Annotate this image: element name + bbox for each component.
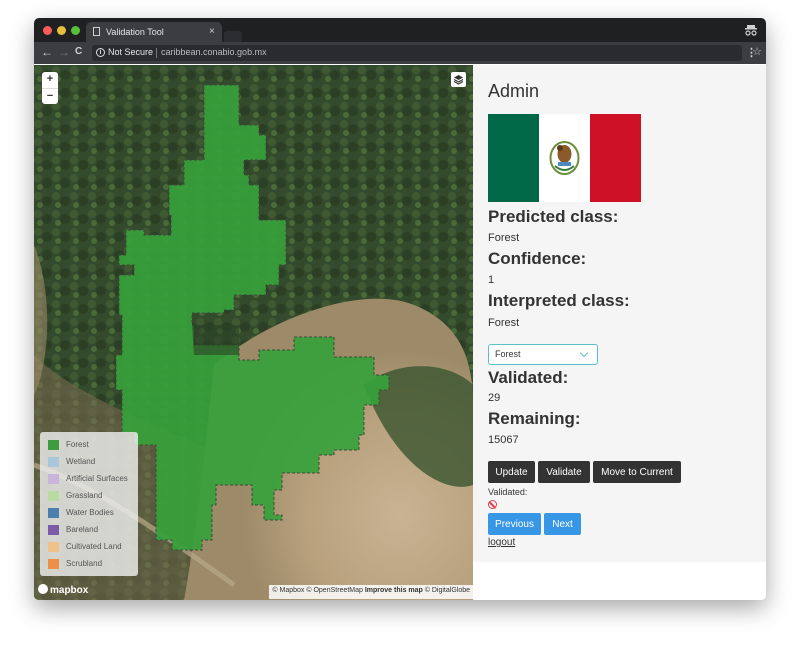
chevron-down-icon: [579, 348, 589, 358]
legend-label: Scrubland: [66, 559, 103, 568]
mapbox-attribution-link[interactable]: © Mapbox: [272, 587, 304, 594]
tab-close-icon[interactable]: ×: [209, 26, 215, 37]
update-button[interactable]: Update: [488, 461, 535, 483]
legend-label: Water Bodies: [66, 508, 114, 517]
browser-menu-icon[interactable]: ⋮: [746, 46, 757, 59]
legend-label: Bareland: [66, 525, 99, 534]
legend-label: Grassland: [66, 491, 103, 500]
maximize-window-button[interactable]: [71, 26, 80, 35]
title-bar: Validation Tool ×: [34, 18, 766, 42]
browser-toolbar: ← → C i Not Secure caribbean.conabio.gob…: [34, 42, 766, 64]
map-view[interactable]: + − Forest Wetland Artificial Surfaces G…: [34, 65, 473, 600]
predicted-class-label: Predicted class:: [488, 207, 619, 226]
interpreted-class-value: Forest: [488, 317, 520, 329]
layers-icon: [453, 75, 464, 85]
mexico-flag-image: [488, 114, 641, 202]
improve-map-link[interactable]: Improve this map: [365, 587, 423, 594]
legend-label: Artificial Surfaces: [66, 474, 128, 483]
zoom-control: + −: [42, 72, 58, 104]
incognito-icon: [745, 25, 757, 36]
browser-window: Validation Tool × ← → C i Not Secure car…: [34, 18, 766, 600]
page-title: Admin: [488, 81, 540, 101]
zoom-in-button[interactable]: +: [42, 72, 58, 88]
legend-swatch: [48, 440, 59, 450]
map-attribution: © Mapbox © OpenStreetMap Improve this ma…: [269, 585, 473, 599]
class-select[interactable]: Forest: [488, 344, 598, 365]
forward-icon[interactable]: →: [58, 45, 70, 59]
tab-title: Validation Tool: [106, 27, 164, 37]
info-icon[interactable]: i: [96, 48, 105, 57]
not-validated-icon: [488, 500, 497, 509]
url-text[interactable]: caribbean.conabio.gob.mx: [161, 47, 267, 57]
validate-button[interactable]: Validate: [538, 461, 590, 483]
back-icon[interactable]: ←: [41, 45, 53, 59]
legend-swatch: [48, 491, 59, 501]
close-window-button[interactable]: [43, 26, 52, 35]
legend-swatch: [48, 542, 59, 552]
validation-panel: Admin Predicted class: Forest Confidence…: [473, 65, 766, 562]
validated-count: 29: [488, 392, 501, 404]
not-secure-label: Not Secure: [108, 47, 154, 57]
legend-label: Wetland: [66, 457, 96, 466]
confidence-label: Confidence:: [488, 249, 587, 268]
legend-label: Forest: [66, 440, 89, 449]
legend-swatch: [48, 457, 59, 467]
address-bar[interactable]: i Not Secure caribbean.conabio.gob.mx ☆: [92, 45, 762, 61]
confidence-value: 1: [488, 274, 495, 286]
layers-button[interactable]: [451, 72, 466, 87]
osm-attribution-link[interactable]: © OpenStreetMap: [306, 587, 363, 594]
legend-label: Cultivated Land: [66, 542, 122, 551]
new-tab-button[interactable]: [224, 31, 242, 42]
previous-button[interactable]: Previous: [488, 513, 541, 535]
move-to-current-button[interactable]: Move to Current: [593, 461, 681, 483]
reload-icon[interactable]: C: [75, 46, 82, 57]
predicted-class-value: Forest: [488, 232, 520, 244]
legend-swatch: [48, 559, 59, 569]
digitalglobe-attribution-link[interactable]: © DigitalGlobe: [425, 587, 470, 594]
document-icon: [93, 27, 100, 36]
mapbox-logo-text: mapbox: [50, 585, 89, 596]
address-separator: [156, 48, 157, 58]
zoom-out-button[interactable]: −: [42, 88, 58, 105]
legend-swatch: [48, 508, 59, 518]
next-button[interactable]: Next: [544, 513, 581, 535]
remaining-count: 15067: [488, 434, 519, 446]
browser-tab[interactable]: Validation Tool ×: [86, 22, 222, 42]
class-select-value: Forest: [495, 349, 521, 359]
validated-label: Validated:: [488, 368, 569, 387]
validated-status-label: Validated:: [488, 487, 528, 497]
legend-panel: Forest Wetland Artificial Surfaces Grass…: [40, 432, 138, 576]
mapbox-logo-icon: [38, 584, 48, 594]
legend-swatch: [48, 474, 59, 484]
logout-link[interactable]: logout: [488, 537, 515, 548]
minimize-window-button[interactable]: [57, 26, 66, 35]
mapbox-logo[interactable]: mapbox: [38, 584, 88, 596]
legend-swatch: [48, 525, 59, 535]
remaining-label: Remaining:: [488, 409, 581, 428]
interpreted-class-label: Interpreted class:: [488, 291, 630, 310]
